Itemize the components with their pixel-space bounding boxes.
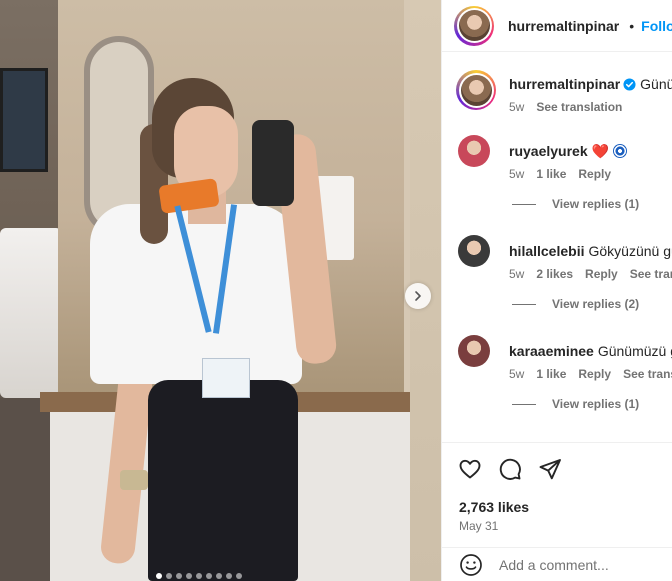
avatar[interactable] bbox=[458, 335, 490, 367]
caption-username[interactable]: hurremaltinpinar bbox=[509, 76, 620, 92]
see-translation-button[interactable]: See translation bbox=[536, 100, 622, 114]
caption-meta: 5w See translation bbox=[509, 100, 622, 114]
carousel-dot bbox=[196, 573, 202, 579]
follow-button[interactable]: Follo bbox=[641, 18, 672, 34]
comment-username[interactable]: ruyaelyurek bbox=[509, 143, 588, 159]
verified-badge-icon bbox=[623, 78, 636, 91]
next-image-button[interactable] bbox=[405, 283, 431, 309]
comment-likes[interactable]: 2 likes bbox=[536, 267, 573, 281]
nazar-eye-icon bbox=[613, 144, 628, 158]
carousel-dot bbox=[166, 573, 172, 579]
caption-text: Günün bbox=[640, 76, 672, 92]
caption-time[interactable]: 5w bbox=[509, 100, 524, 114]
post-actions: 2,763 likes May 31 bbox=[442, 442, 672, 581]
view-replies-button[interactable]: View replies (1) bbox=[512, 197, 639, 211]
comment-text: Günümüzü g bbox=[597, 343, 672, 359]
heart-icon[interactable] bbox=[458, 457, 482, 481]
comment-input[interactable] bbox=[499, 557, 649, 573]
header-username[interactable]: hurremaltinpinar bbox=[508, 18, 619, 34]
emoji-icon[interactable] bbox=[459, 553, 483, 577]
post-sidebar: hurremaltinpinar • Follo hurremaltinpina… bbox=[441, 0, 672, 581]
comment-text: ❤️ bbox=[591, 143, 610, 159]
reply-button[interactable]: Reply bbox=[578, 167, 611, 181]
like-count[interactable]: 2,763 likes bbox=[459, 499, 529, 515]
reply-button[interactable]: Reply bbox=[578, 367, 611, 381]
avatar[interactable] bbox=[454, 5, 494, 46]
comment-likes[interactable]: 1 like bbox=[536, 167, 566, 181]
view-replies-button[interactable]: View replies (1) bbox=[512, 397, 639, 411]
comment-meta: 5w 1 like Reply bbox=[509, 167, 623, 181]
view-replies-button[interactable]: View replies (2) bbox=[512, 297, 639, 311]
carousel-dot bbox=[186, 573, 192, 579]
avatar[interactable] bbox=[458, 235, 490, 267]
carousel-dot bbox=[236, 573, 242, 579]
post-header: hurremaltinpinar • Follo bbox=[442, 0, 672, 52]
share-icon[interactable] bbox=[538, 457, 562, 481]
comment-icon[interactable] bbox=[498, 457, 522, 481]
black-pants bbox=[148, 380, 298, 581]
comment-username[interactable]: hilallcelebii bbox=[509, 243, 584, 259]
comment-text-line: hilallcelebii Gökyüzünü gü bbox=[509, 243, 672, 259]
carousel-dot bbox=[226, 573, 232, 579]
reply-button[interactable]: Reply bbox=[585, 267, 618, 281]
comments-list[interactable]: hurremaltinpinar Günün 5w See translation… bbox=[442, 52, 672, 442]
post-date[interactable]: May 31 bbox=[459, 519, 498, 533]
carousel-dot bbox=[176, 573, 182, 579]
chevron-right-icon bbox=[415, 291, 421, 301]
post-image[interactable] bbox=[0, 0, 441, 581]
phone bbox=[252, 120, 294, 206]
see-translation-button[interactable]: See trans bbox=[630, 267, 672, 281]
see-translation-button[interactable]: See transla bbox=[623, 367, 672, 381]
comment-text-line: karaaeminee Günümüzü g bbox=[509, 343, 672, 359]
comment-meta: 5w 2 likes Reply See trans bbox=[509, 267, 672, 281]
avatar[interactable] bbox=[456, 70, 496, 110]
watch bbox=[120, 470, 148, 490]
add-comment-bar bbox=[442, 547, 672, 581]
comment-text: Gökyüzünü gü bbox=[588, 243, 672, 259]
comment-item: hilallcelebii Gökyüzünü gü 5w 2 likes Reply S… bbox=[454, 235, 672, 315]
carousel-dot bbox=[156, 573, 162, 579]
comment-likes[interactable]: 1 like bbox=[536, 367, 566, 381]
carousel-dot bbox=[216, 573, 222, 579]
post-caption: hurremaltinpinar Günün 5w See translation bbox=[454, 70, 672, 120]
avatar[interactable] bbox=[458, 135, 490, 167]
comment-meta: 5w 1 like Reply See transla bbox=[509, 367, 672, 381]
comment-time[interactable]: 5w bbox=[509, 367, 524, 381]
comment-username[interactable]: karaaeminee bbox=[509, 343, 594, 359]
comment-item: karaaeminee Günümüzü g 5w 1 like Reply See tr… bbox=[454, 335, 672, 415]
comment-time[interactable]: 5w bbox=[509, 167, 524, 181]
carousel-dot bbox=[206, 573, 212, 579]
person-figure bbox=[90, 78, 340, 581]
bed bbox=[0, 228, 62, 398]
separator-dot: • bbox=[629, 17, 635, 34]
carousel-dots bbox=[156, 573, 242, 579]
wall-painting bbox=[0, 68, 48, 172]
caption-line: hurremaltinpinar Günün bbox=[509, 76, 672, 92]
id-badge bbox=[202, 358, 250, 398]
comment-text-line: ruyaelyurek ❤️ bbox=[509, 143, 628, 160]
comment-item: ruyaelyurek ❤️ 5w 1 like Reply View replies (… bbox=[454, 135, 672, 215]
comment-time[interactable]: 5w bbox=[509, 267, 524, 281]
